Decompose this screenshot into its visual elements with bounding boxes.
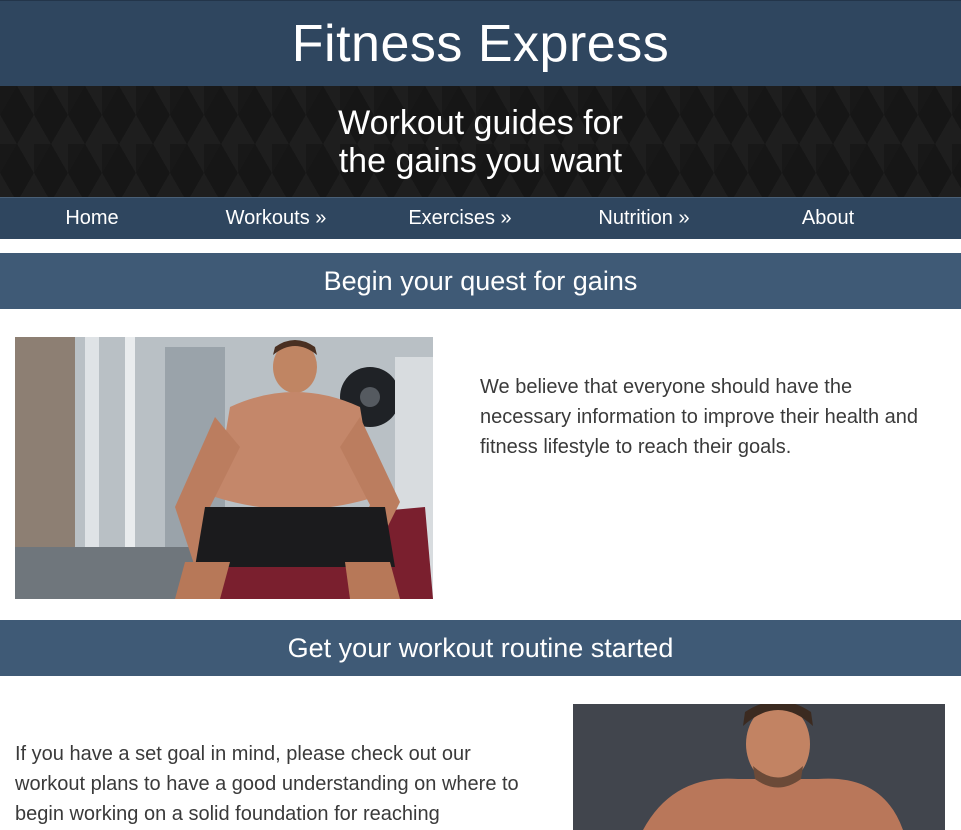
hero-tagline-line-2: the gains you want [338, 142, 623, 180]
muscular-man-photo [573, 704, 945, 830]
hero-banner: Workout guides for the gains you want [0, 86, 961, 197]
section-heading-workout-routine: Get your workout routine started [287, 633, 674, 663]
site-header: Fitness Express [0, 0, 961, 87]
nav-list: Home Workouts » Exercises » Nutrition » … [0, 198, 961, 239]
hero-tagline: Workout guides for the gains you want [0, 86, 961, 180]
gym-athlete-image [15, 337, 433, 599]
section-heading-band-2: Get your workout routine started [0, 620, 961, 676]
nav-item-home[interactable]: Home [0, 198, 184, 239]
nav-item-about[interactable]: About [736, 198, 920, 239]
hero-tagline-line-1: Workout guides for [338, 104, 623, 142]
section-heading-gains: Begin your quest for gains [323, 266, 638, 296]
workout-paragraph: If you have a set goal in mind, please c… [15, 743, 519, 825]
intro-paragraph: We believe that everyone should have the… [480, 376, 919, 458]
site-title[interactable]: Fitness Express [0, 1, 961, 87]
nav-item-exercises[interactable]: Exercises » [368, 198, 552, 239]
nav-item-workouts[interactable]: Workouts » [184, 198, 368, 239]
section-heading-band-1: Begin your quest for gains [0, 253, 961, 309]
gym-athlete-photo [15, 337, 433, 599]
nav-item-nutrition[interactable]: Nutrition » [552, 198, 736, 239]
main-nav: Home Workouts » Exercises » Nutrition » … [0, 197, 961, 239]
muscular-man-image [573, 704, 945, 830]
